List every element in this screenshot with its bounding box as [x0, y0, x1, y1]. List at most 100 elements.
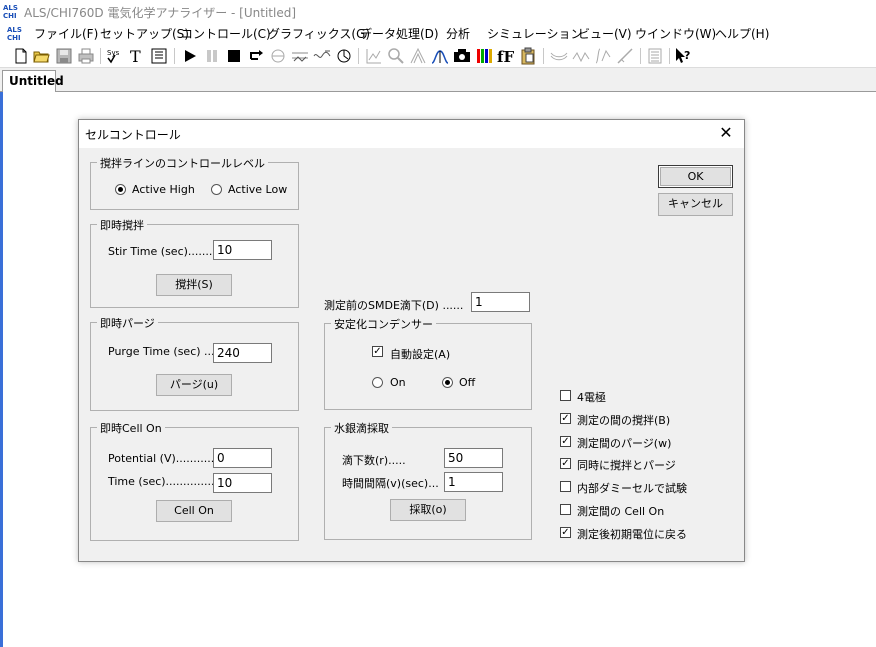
stir-between-checkbox[interactable]: ✓ — [560, 413, 571, 424]
menu-help[interactable]: ヘルプ(H) — [715, 25, 769, 42]
color-icon[interactable] — [475, 47, 493, 65]
active-high-label: Active High — [132, 183, 195, 196]
instant-stir-group-title: 即時撹拌 — [97, 217, 147, 233]
dummy-cell-checkbox[interactable] — [560, 481, 571, 492]
stabilizer-on-label: On — [390, 376, 406, 389]
new-file-icon[interactable] — [12, 47, 30, 65]
peak-icon[interactable] — [431, 47, 449, 65]
save-icon[interactable] — [55, 47, 73, 65]
window-title: ALS/CHI760D 電気化学アナライザー - [Untitled] — [24, 6, 297, 20]
menu-data-processing[interactable]: データ処理(D) — [360, 25, 439, 42]
stir-line-group: 撹拌ラインのコントロールレベル Active High Active Low — [90, 155, 299, 210]
dummy-cell-label: 内部ダミーセルで試験 — [577, 482, 687, 495]
report-icon[interactable] — [150, 47, 168, 65]
stir-and-purge-label: 同時に撹拌とパージ — [577, 459, 676, 472]
cancel-button[interactable]: キャンセル — [658, 193, 733, 216]
menu-simulation[interactable]: シミュレーション — [487, 25, 583, 42]
interval-label: 時間間隔(v)(sec)... — [342, 477, 439, 490]
mercury-collect-group-title: 水銀滴採取 — [331, 420, 392, 436]
overlay-icon[interactable] — [409, 47, 427, 65]
svg-text:?: ? — [684, 49, 690, 62]
purge-between-checkbox[interactable]: ✓ — [560, 436, 571, 447]
reverse-icon[interactable] — [247, 47, 265, 65]
active-low-radio[interactable] — [211, 184, 222, 195]
filter-icon[interactable] — [291, 47, 309, 65]
four-electrode-checkbox[interactable] — [560, 390, 571, 401]
toolbar-separator — [669, 48, 670, 64]
menu-file[interactable]: ファイル(F) — [34, 25, 98, 42]
stabilizer-off-label: Off — [459, 376, 476, 389]
derivative-icon[interactable] — [572, 47, 590, 65]
cell-on-button[interactable]: Cell On — [156, 500, 232, 522]
help-pointer-icon[interactable]: ? — [674, 47, 692, 65]
stir-between-label: 測定の間の撹拌(B) — [577, 414, 671, 427]
drops-input[interactable]: 50 — [444, 448, 503, 468]
toolbar-separator — [543, 48, 544, 64]
svg-text:CHI: CHI — [3, 12, 17, 20]
menu-control[interactable]: コントロール(C) — [181, 25, 271, 42]
text-icon[interactable]: T — [128, 47, 146, 65]
stabilizer-off-radio[interactable] — [442, 377, 453, 388]
stir-and-purge-checkbox[interactable]: ✓ — [560, 458, 571, 469]
stop-icon[interactable] — [225, 47, 243, 65]
toolbar-separator — [174, 48, 175, 64]
toolbar-separator — [358, 48, 359, 64]
camera-icon[interactable] — [453, 47, 471, 65]
rotate-icon[interactable] — [335, 47, 353, 65]
menu-graphics[interactable]: グラフィックス(G) — [268, 25, 370, 42]
dialog-title-bar: セルコントロール ✕ — [79, 120, 744, 148]
instant-purge-group-title: 即時パージ — [97, 315, 158, 331]
cell-control-dialog: セルコントロール ✕ 撹拌ラインのコントロールレベル Active High A… — [78, 119, 745, 562]
collect-button[interactable]: 採取(o) — [390, 499, 466, 521]
cell-on-between-checkbox[interactable] — [560, 504, 571, 515]
purge-time-input[interactable]: 240 — [213, 343, 272, 363]
baseline-icon[interactable] — [616, 47, 634, 65]
ok-button[interactable]: OK — [658, 165, 733, 188]
print-icon[interactable] — [77, 47, 95, 65]
document-logo-icon[interactable]: ALS CHI — [6, 24, 24, 42]
purge-button[interactable]: パージ(u) — [156, 374, 232, 396]
stabilizer-on-radio[interactable] — [372, 377, 383, 388]
font-icon[interactable]: fF — [497, 47, 515, 65]
smde-input[interactable]: 1 — [471, 292, 530, 312]
run-icon[interactable] — [181, 47, 199, 65]
interval-input[interactable]: 1 — [444, 472, 503, 492]
drops-label: 滴下数(r)..... — [342, 454, 406, 467]
smooth-icon[interactable] — [550, 47, 568, 65]
open-folder-icon[interactable] — [33, 47, 51, 65]
cell-icon[interactable] — [313, 47, 331, 65]
mercury-collect-group: 水銀滴採取 滴下数(r)..... 50 時間間隔(v)(sec)... 1 採… — [324, 420, 532, 540]
graph-icon[interactable] — [365, 47, 383, 65]
menu-window[interactable]: ウインドウ(W) — [635, 25, 716, 42]
close-icon[interactable]: ✕ — [718, 124, 734, 142]
auto-setting-checkbox[interactable]: ✓ — [372, 346, 383, 357]
pause-icon[interactable] — [203, 47, 221, 65]
integrate-icon[interactable] — [594, 47, 612, 65]
tab-untitled[interactable]: Untitled — [2, 70, 64, 92]
purge-between-label: 測定間のパージ(w) — [577, 437, 672, 450]
stir-time-input[interactable]: 10 — [213, 240, 272, 260]
return-initial-potential-label: 測定後初期電位に戻る — [577, 528, 687, 541]
menu-setup[interactable]: セットアップ(S) — [100, 25, 189, 42]
auto-setting-label: 自動設定(A) — [390, 348, 451, 361]
svg-text:CHI: CHI — [7, 34, 21, 42]
clipboard-icon[interactable] — [519, 47, 537, 65]
stir-button[interactable]: 撹拌(S) — [156, 274, 232, 296]
menu-view[interactable]: ビュー(V) — [578, 25, 632, 42]
report2-icon[interactable] — [646, 47, 664, 65]
return-initial-potential-checkbox[interactable]: ✓ — [560, 527, 571, 538]
active-high-radio[interactable] — [115, 184, 126, 195]
stabilizer-group: 安定化コンデンサー ✓ 自動設定(A) On Off — [324, 316, 532, 410]
window-edge — [0, 92, 3, 647]
stir-line-group-title: 撹拌ラインのコントロールレベル — [97, 155, 268, 171]
zoom-icon[interactable] — [387, 47, 405, 65]
potential-input[interactable]: 0 — [213, 448, 272, 468]
toolbar-separator — [640, 48, 641, 64]
sys-icon[interactable]: Sys — [106, 47, 124, 65]
smde-label: 測定前のSMDE滴下(D) ...... — [324, 299, 464, 312]
zero-current-icon[interactable] — [269, 47, 287, 65]
cell-time-label: Time (sec)................. — [108, 475, 225, 488]
cell-time-input[interactable]: 10 — [213, 473, 272, 493]
menu-analysis[interactable]: 分析 — [446, 25, 470, 42]
svg-text:ALS: ALS — [7, 26, 22, 34]
